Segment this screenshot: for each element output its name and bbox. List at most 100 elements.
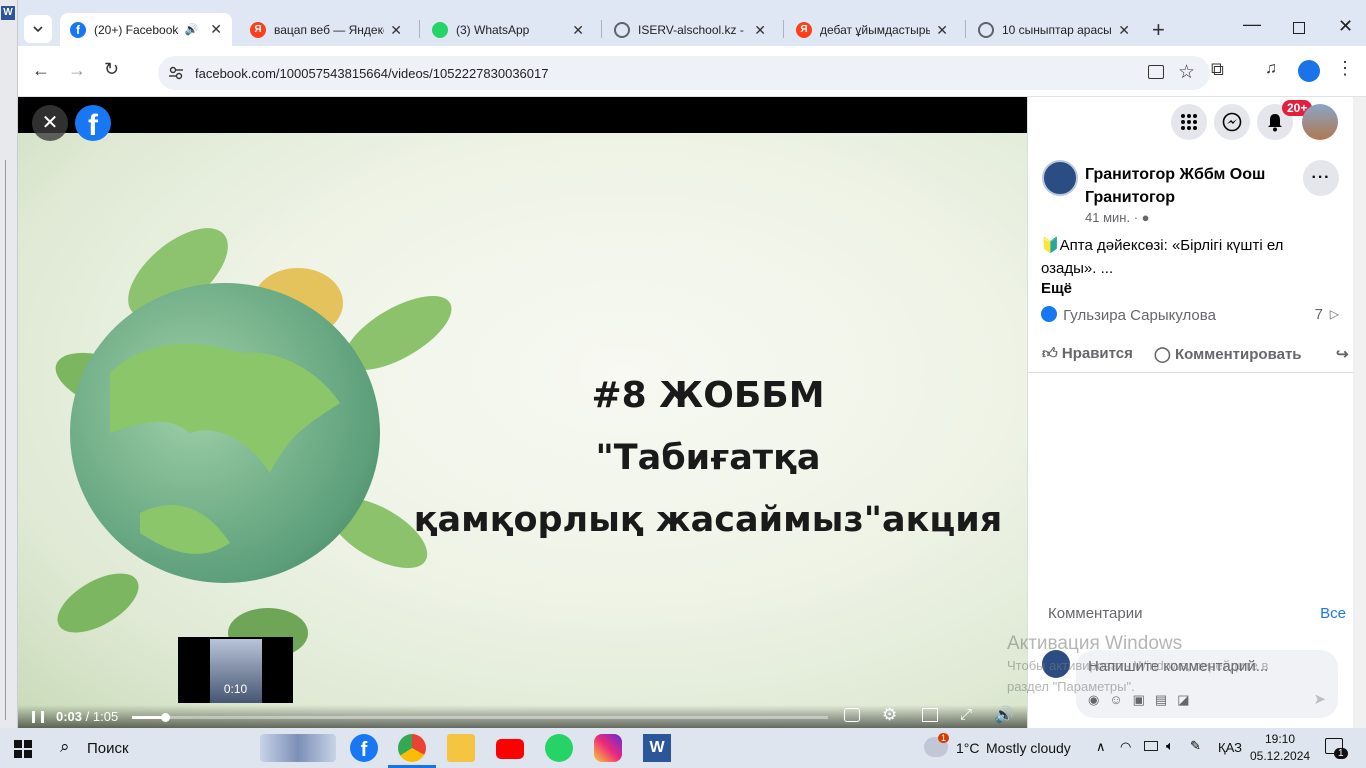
close-tab-icon[interactable]: ✕ [210, 21, 222, 38]
reaction-count: 7 [1314, 306, 1323, 323]
video-controls: 0:03 / 1:05 ⚙ ⤢ 🔊 [18, 705, 1027, 728]
gif-icon[interactable]: ▤ [1155, 692, 1177, 707]
taskbar-search[interactable]: ⌕ Поиск [50, 728, 340, 768]
address-bar[interactable]: facebook.com/100057543815664/videos/1052… [158, 56, 1210, 90]
sticker-icon[interactable]: ◪ [1177, 692, 1199, 707]
reactions-row[interactable]: Гульзира Сарыкулова 7 ▷ [1041, 306, 1341, 326]
browser-menu-icon[interactable]: ⋮ [1336, 58, 1354, 79]
send-icon[interactable]: ➤ [1313, 690, 1326, 708]
notification-count: 1 [1334, 748, 1348, 759]
camera-icon[interactable]: ▣ [1133, 692, 1155, 707]
close-tab-icon[interactable]: ✕ [936, 22, 948, 39]
back-button[interactable]: ← [32, 60, 50, 81]
bookmark-star-icon[interactable]: ☆ [1178, 61, 1195, 84]
url-text: facebook.com/100057543815664/videos/1052… [195, 66, 549, 81]
tab-title: 10 сыныптар арасы [1002, 23, 1112, 37]
close-tab-icon[interactable]: ✕ [1118, 22, 1130, 39]
volume-icon[interactable]: 🔊 [994, 705, 1014, 725]
tab-debate[interactable]: Я дебат ұйымдастыры ✕ [786, 15, 958, 45]
time-display: 0:03 / 1:05 [56, 709, 118, 724]
tab-yandex[interactable]: Я вацап веб — Яндекс ✕ [240, 15, 412, 45]
wifi-icon[interactable]: ◠ [1120, 739, 1131, 755]
post-body: 🔰Апта дәйексөзі: «Бірлігі күшті ел озады… [1041, 237, 1284, 277]
forward-button[interactable]: → [68, 60, 86, 81]
all-comments-link[interactable]: Все [1320, 605, 1346, 622]
current-time: 0:03 [56, 709, 83, 724]
menu-grid-button[interactable] [1171, 104, 1207, 140]
tab-iserv[interactable]: ISERV-alschool.kz - П ✕ [604, 15, 776, 45]
pen-tray-icon[interactable]: ✎ [1190, 738, 1201, 754]
like-reaction-icon [1041, 306, 1057, 322]
instagram-icon[interactable] [594, 734, 622, 762]
page-scrollbar[interactable] [1353, 97, 1366, 728]
reload-button[interactable]: ↻ [104, 59, 119, 80]
media-control-icon[interactable]: ♫ [1265, 60, 1277, 78]
close-tab-icon[interactable]: ✕ [754, 22, 766, 39]
tab-facebook[interactable]: f (20+) Facebook 🔊 ✕ [60, 13, 232, 46]
chrome-icon[interactable] [398, 734, 426, 762]
facebook-app-icon[interactable]: f [350, 734, 378, 762]
progress-track[interactable] [132, 713, 828, 722]
profile-avatar-icon[interactable] [1298, 60, 1320, 82]
close-window-button[interactable]: ✕ [1338, 16, 1353, 37]
clock-time: 19:10 [1264, 732, 1296, 746]
install-app-icon[interactable] [1148, 65, 1164, 79]
progress-fill [132, 716, 166, 719]
video-player[interactable]: #8 ЖОББМ "Табиғатқа қамқорлық жасаймыз"а… [18, 97, 1027, 728]
speaker-icon: 🔊 [184, 24, 199, 36]
minimize-button[interactable]: — [1243, 14, 1261, 35]
weather-temperature[interactable]: 1°C [956, 740, 980, 756]
fullscreen-icon[interactable]: ⤢ [960, 706, 972, 723]
messenger-button[interactable] [1214, 104, 1250, 140]
windows-start-icon[interactable] [14, 740, 32, 758]
see-more-link[interactable]: Ещё [1041, 280, 1072, 297]
post-time[interactable]: 41 мин. · ● [1085, 210, 1149, 225]
progress-handle[interactable] [161, 713, 171, 722]
like-label: Нравится [1061, 345, 1133, 362]
post-options-button[interactable]: ··· [1303, 160, 1339, 196]
volume-tray-icon[interactable]: 🔈︎ [1166, 738, 1174, 754]
comment-button[interactable]: ◯ Комментировать [1154, 345, 1302, 363]
new-tab-button[interactable]: + [1152, 17, 1165, 43]
language-indicator[interactable]: ҚАЗ [1218, 740, 1242, 755]
settings-gear-icon[interactable]: ⚙ [882, 705, 897, 725]
captions-icon[interactable] [844, 708, 860, 722]
like-button[interactable]: 👍︎ Нравится [1042, 345, 1133, 363]
file-explorer-icon[interactable] [447, 734, 475, 762]
close-tab-icon[interactable]: ✕ [390, 22, 402, 39]
tab-whatsapp[interactable]: (3) WhatsApp ✕ [422, 15, 594, 45]
play-arrow-icon: ▷ [1329, 307, 1339, 321]
pause-icon[interactable] [32, 711, 44, 723]
grid-icon [1181, 114, 1197, 130]
duration: 1:05 [92, 709, 119, 724]
globe-privacy-icon: · ● [1133, 210, 1150, 225]
windows-taskbar: ⌕ Поиск f W 1 1°C Mostly cloudy ∧ ◠ 🔈︎ ✎… [0, 728, 1366, 768]
weather-description[interactable]: Mostly cloudy [986, 740, 1071, 756]
pip-icon[interactable] [922, 708, 938, 722]
globe-icon [978, 22, 994, 38]
facebook-logo[interactable]: f [75, 105, 111, 142]
close-video-button[interactable]: ✕ [32, 105, 68, 141]
bell-icon [1268, 114, 1282, 132]
extensions-icon[interactable]: ⧉ [1211, 59, 1224, 80]
clock[interactable]: 19:10 05.12.2024 [1250, 731, 1310, 765]
account-avatar[interactable] [1302, 104, 1338, 140]
site-settings-icon[interactable] [168, 65, 184, 81]
avatar-sticker-icon[interactable]: ◉ [1088, 692, 1109, 707]
battery-icon[interactable] [1144, 741, 1158, 751]
whatsapp-app-icon[interactable] [545, 734, 573, 762]
close-tab-icon[interactable]: ✕ [572, 22, 584, 39]
tab-title: (3) WhatsApp [456, 23, 530, 37]
comment-bubble-icon: ◯ [1154, 346, 1171, 363]
author-avatar[interactable] [1042, 160, 1078, 196]
search-label: Поиск [87, 740, 129, 757]
tray-chevron-icon[interactable]: ∧ [1096, 739, 1106, 755]
word-app-icon[interactable]: W [643, 734, 671, 762]
share-arrow-icon[interactable]: ↪ [1336, 345, 1349, 363]
tab-classes[interactable]: 10 сыныптар арасы ✕ [968, 15, 1140, 45]
tab-search-button[interactable] [24, 15, 52, 43]
youtube-icon[interactable] [496, 739, 524, 759]
post-author[interactable]: Гранитогор Жббм Оош Гранитогор [1085, 163, 1295, 209]
maximize-button[interactable] [1293, 22, 1305, 34]
emoji-icon[interactable]: ☺ [1109, 692, 1132, 707]
